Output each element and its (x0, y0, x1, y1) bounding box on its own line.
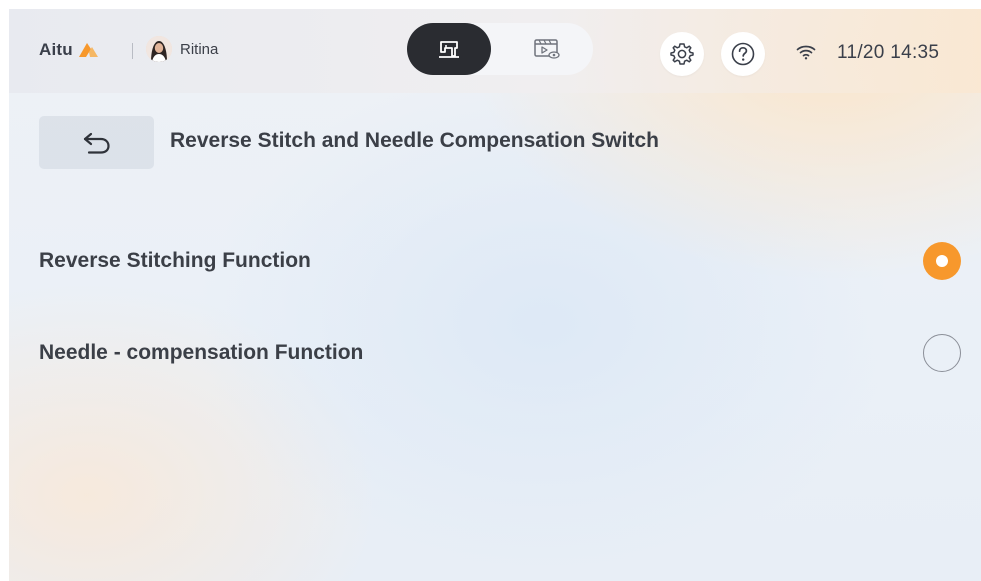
help-button[interactable] (721, 32, 765, 76)
brand-mark-icon (78, 43, 98, 57)
back-button[interactable] (39, 116, 154, 169)
option-label: Reverse Stitching Function (39, 249, 311, 272)
mode-sewing-button[interactable] (407, 23, 491, 75)
radio-dot (936, 255, 948, 267)
brand-logo: Aitu (39, 40, 99, 60)
mode-preview-button[interactable] (501, 23, 593, 75)
top-bar: Aitu Ritina 11/20 14:35 (9, 9, 981, 93)
sewing-machine-icon (439, 41, 459, 58)
status-datetime: 11/20 14:35 (837, 42, 940, 63)
gear-icon (670, 43, 694, 65)
video-preview-icon (534, 39, 560, 59)
settings-button[interactable] (660, 32, 704, 76)
screen: Aitu Ritina 11/20 14:35 Reverse Stitch a… (9, 9, 981, 581)
undo-arrow-icon (83, 132, 110, 154)
avatar (146, 36, 172, 62)
user-profile[interactable]: Ritina (146, 36, 218, 62)
radio-button-selected[interactable] (923, 242, 961, 280)
wifi-icon (796, 45, 816, 60)
question-mark-icon (731, 42, 755, 66)
option-reverse-stitching[interactable]: Reverse Stitching Function (39, 239, 963, 283)
page-title: Reverse Stitch and Needle Compensation S… (170, 129, 659, 152)
option-needle-compensation[interactable]: Needle - compensation Function (39, 331, 963, 375)
mode-switch (407, 23, 593, 75)
avatar-portrait-icon (146, 36, 172, 62)
header-divider (132, 43, 133, 59)
option-label: Needle - compensation Function (39, 341, 364, 364)
radio-button-unselected[interactable] (923, 334, 961, 372)
user-name: Ritina (180, 40, 219, 58)
brand-name: Aitu (39, 40, 73, 59)
